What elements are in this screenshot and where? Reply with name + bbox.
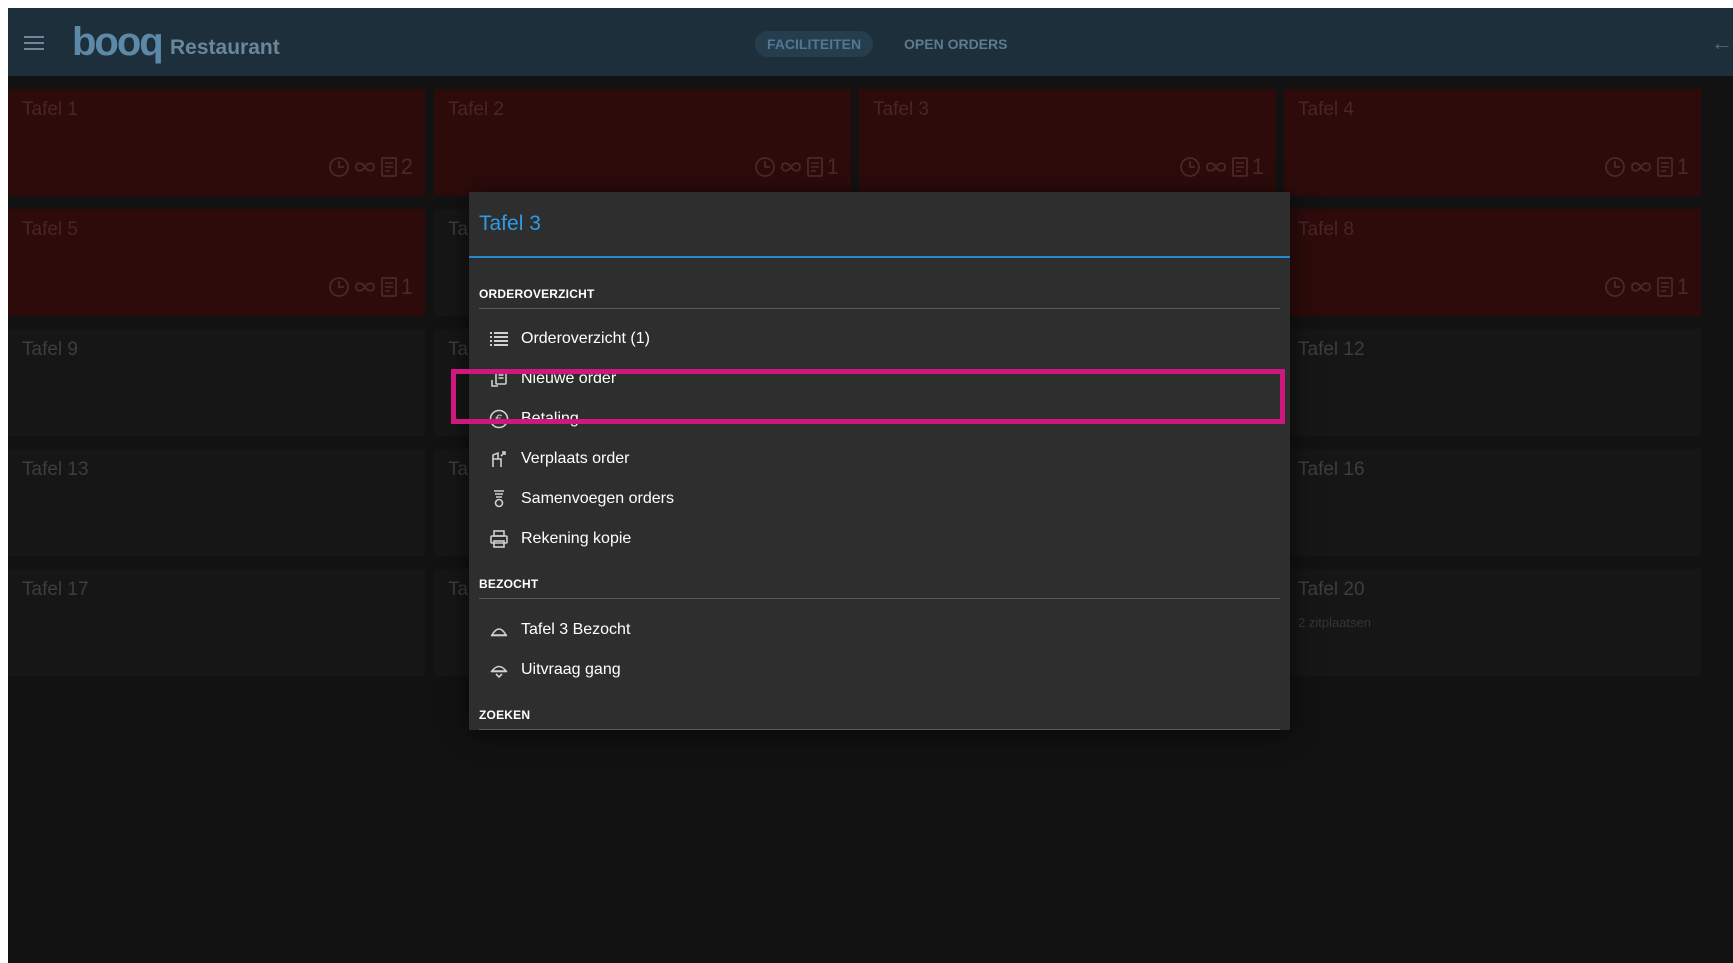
app-logo: booq xyxy=(72,20,164,64)
list-icon xyxy=(487,327,511,351)
top-bar: booq Restaurant FACILITEITEN OPEN ORDERS… xyxy=(8,8,1733,76)
highlight-frame xyxy=(451,369,1285,424)
app-title: Restaurant xyxy=(170,36,280,59)
menu-item-rekening-kopie[interactable]: Rekening kopie xyxy=(479,521,1280,557)
menu-item-label: Tafel 3 Bezocht xyxy=(521,621,631,638)
menu-item-orderoverzicht[interactable]: Orderoverzicht (1) xyxy=(479,321,1280,357)
clock-icon xyxy=(328,157,349,177)
table-seats: 2 zitplaatsen xyxy=(1298,615,1371,630)
table-tile[interactable]: Tafel 8 1 xyxy=(1284,209,1701,316)
clock-icon xyxy=(754,157,775,177)
menu-item-bezocht[interactable]: Tafel 3 Bezocht xyxy=(479,612,1280,648)
dialog-title-divider xyxy=(469,256,1290,258)
table-tile[interactable]: Tafel 13 xyxy=(8,449,425,556)
table-tile[interactable]: Tafel 3 1 xyxy=(859,89,1276,196)
menu-item-label: Uitvraag gang xyxy=(521,661,621,678)
table-name: Tafel 20 xyxy=(1298,579,1365,600)
menu-item-label: Verplaats order xyxy=(521,450,630,467)
table-name: Tafel 4 xyxy=(1298,99,1354,120)
table-status: 1 xyxy=(754,154,839,180)
table-name: Tafel 1 xyxy=(22,99,78,120)
section-divider xyxy=(479,308,1280,309)
receipt-icon xyxy=(380,277,397,297)
infinity-icon xyxy=(780,162,801,172)
section-divider xyxy=(479,729,1280,730)
table-name: Tafel 13 xyxy=(22,459,89,480)
table-name: Tafel 8 xyxy=(1298,219,1354,240)
receipt-icon xyxy=(1656,157,1673,177)
clock-icon xyxy=(1604,277,1625,297)
table-status: 1 xyxy=(1604,274,1689,300)
receipt-icon xyxy=(1231,157,1248,177)
tab-open-orders[interactable]: OPEN ORDERS xyxy=(892,31,1019,57)
table-name: Tafel 5 xyxy=(22,219,78,240)
table-tile[interactable]: Tafel 5 1 xyxy=(8,209,425,316)
order-count: 1 xyxy=(1251,154,1264,179)
back-arrow-icon[interactable]: ← xyxy=(1711,30,1733,56)
cloche-icon xyxy=(487,618,511,642)
merge-icon xyxy=(487,487,511,511)
infinity-icon xyxy=(354,282,375,292)
move-chair-icon xyxy=(487,447,511,471)
table-name: Tafel 3 xyxy=(873,99,929,120)
table-tile[interactable]: Tafel 4 1 xyxy=(1284,89,1701,196)
section-zoeken: ZOEKEN xyxy=(479,708,531,722)
receipt-icon xyxy=(806,157,823,177)
table-name: Tafel 2 xyxy=(448,99,504,120)
infinity-icon xyxy=(354,162,375,172)
dialog-title: Tafel 3 xyxy=(479,212,541,235)
table-name: Tafel 17 xyxy=(22,579,89,600)
section-orderoverzicht: ORDEROVERZICHT xyxy=(479,287,595,301)
app-screen: booq Restaurant FACILITEITEN OPEN ORDERS… xyxy=(8,8,1733,963)
printer-icon xyxy=(487,527,511,551)
table-tile[interactable]: Tafel 9 xyxy=(8,329,425,436)
section-bezocht: BEZOCHT xyxy=(479,577,539,591)
table-tile[interactable]: Tafel 17 xyxy=(8,569,425,676)
menu-item-label: Rekening kopie xyxy=(521,530,632,547)
order-count: 1 xyxy=(1676,154,1689,179)
section-divider xyxy=(479,598,1280,599)
tab-faciliteiten[interactable]: FACILITEITEN xyxy=(755,31,874,57)
order-count: 2 xyxy=(400,154,413,179)
infinity-icon xyxy=(1630,282,1651,292)
table-tile[interactable]: Tafel 16 xyxy=(1284,449,1701,556)
menu-item-label: Orderoverzicht (1) xyxy=(521,330,650,347)
table-tile[interactable]: Tafel 20 2 zitplaatsen xyxy=(1284,569,1701,676)
clock-icon xyxy=(1179,157,1200,177)
menu-item-samenvoegen[interactable]: Samenvoegen orders xyxy=(479,481,1280,517)
order-count: 1 xyxy=(826,154,839,179)
infinity-icon xyxy=(1205,162,1226,172)
table-name: Ta xyxy=(448,339,469,360)
menu-item-verplaats-order[interactable]: Verplaats order xyxy=(479,441,1280,477)
clock-icon xyxy=(1604,157,1625,177)
order-count: 1 xyxy=(1676,274,1689,299)
menu-item-uitvraag-gang[interactable]: Uitvraag gang xyxy=(479,652,1280,688)
table-status: 1 xyxy=(328,274,413,300)
menu-icon[interactable] xyxy=(24,36,44,50)
table-name: Ta xyxy=(448,459,469,480)
table-status: 1 xyxy=(1604,154,1689,180)
serving-bell-icon xyxy=(487,658,511,682)
table-status: 1 xyxy=(1179,154,1264,180)
table-action-dialog: Tafel 3 ORDEROVERZICHT Orderoverzicht (1… xyxy=(469,192,1290,730)
table-status: 2 xyxy=(328,154,413,180)
order-count: 1 xyxy=(400,274,413,299)
infinity-icon xyxy=(1630,162,1651,172)
table-name: Ta xyxy=(448,579,469,600)
clock-icon xyxy=(328,277,349,297)
table-name: Tafel 9 xyxy=(22,339,78,360)
receipt-icon xyxy=(380,157,397,177)
table-tile[interactable]: Tafel 2 1 xyxy=(434,89,851,196)
table-name: Tafel 16 xyxy=(1298,459,1365,480)
table-name: Ta xyxy=(448,219,469,240)
menu-item-label: Samenvoegen orders xyxy=(521,490,674,507)
table-name: Tafel 12 xyxy=(1298,339,1365,360)
receipt-icon xyxy=(1656,277,1673,297)
table-tile[interactable]: Tafel 1 2 xyxy=(8,89,425,196)
table-tile[interactable]: Tafel 12 xyxy=(1284,329,1701,436)
